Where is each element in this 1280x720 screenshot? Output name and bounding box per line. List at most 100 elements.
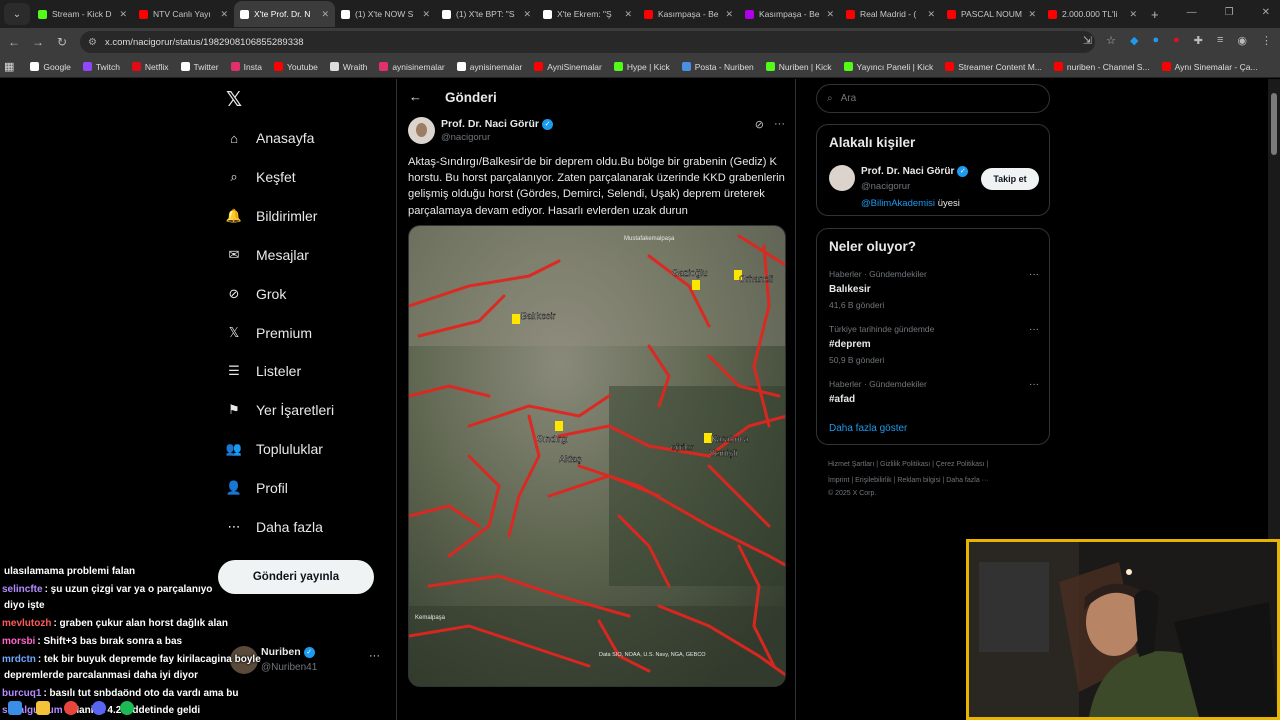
trend-more-icon[interactable]: ··· [1029, 324, 1039, 335]
footer-line-1[interactable]: Hizmet Şartları | Gizlilik Politikası | … [828, 457, 1048, 473]
org-link[interactable]: @BilimAkademisi [861, 198, 935, 209]
sidebar-item-daha-fazla[interactable]: ⋯ Daha fazla [226, 519, 323, 535]
reload-icon[interactable]: ↻ [50, 35, 74, 49]
post-more-icon[interactable]: ··· [774, 118, 785, 131]
media-controls-icon[interactable]: ≡ [1217, 34, 1223, 47]
bookmark-item[interactable]: Hype | Kick [613, 62, 670, 72]
more-icon[interactable]: ··· [369, 650, 380, 662]
spotify-icon[interactable] [120, 700, 134, 715]
scrollbar-thumb[interactable] [1271, 93, 1277, 155]
browser-tab[interactable]: PASCAL NOUM ✕ [941, 1, 1042, 27]
tab-close-icon[interactable]: ✕ [523, 9, 531, 20]
tab-close-icon[interactable]: ✕ [725, 9, 733, 20]
sidebar-item-mesajlar[interactable]: ✉ Mesajlar [226, 247, 309, 263]
x-logo-icon[interactable]: 𝕏 [226, 87, 242, 112]
follow-button[interactable]: Takip et [981, 168, 1039, 190]
search-box[interactable]: ⌕ Ara [816, 84, 1050, 113]
browser-tab[interactable]: Real Madrid - (✕ [840, 1, 941, 27]
forward-icon[interactable]: → [26, 35, 50, 49]
trend-more-icon[interactable]: ··· [1029, 269, 1039, 280]
bookmark-star-icon[interactable]: ☆ [1106, 34, 1116, 47]
author-name[interactable]: Prof. Dr. Naci Görür ✓ [441, 118, 554, 130]
tab-search-button[interactable]: ⌄ [4, 3, 30, 25]
back-arrow-icon[interactable]: ← [409, 89, 422, 104]
show-more-link[interactable]: Daha fazla göster [829, 423, 907, 434]
browser-tab[interactable]: 2.000.000 TL'li ✕ [1042, 1, 1143, 27]
sidebar-item-grok[interactable]: ⊘ Grok [226, 286, 287, 302]
tab-close-icon[interactable]: ✕ [927, 9, 935, 20]
tab-close-icon[interactable]: ✕ [321, 9, 329, 20]
sidebar-item-ke-fet[interactable]: ⌕ Keşfet [226, 169, 295, 185]
trend-item[interactable]: Haberler · Gündemdekiler #afad ··· [829, 379, 1039, 410]
bookmark-item[interactable]: Yayıncı Paneli | Kick [843, 62, 933, 72]
bookmark-item[interactable]: Nuriben | Kick [765, 62, 832, 72]
restore-icon[interactable]: ❐ [1225, 7, 1234, 18]
bookmark-item[interactable]: Twitch [82, 62, 120, 72]
browser-tab[interactable]: (1) X'te NOW S ✕ [335, 1, 436, 27]
post-button[interactable]: Gönderi yayınla [218, 560, 374, 594]
new-tab-button[interactable]: + [1151, 7, 1159, 22]
tab-close-icon[interactable]: ✕ [422, 9, 430, 20]
sidebar-item-bildirimler[interactable]: 🔔 Bildirimler [226, 208, 318, 224]
trend-item[interactable]: Türkiye tarihinde gündemde #deprem 50,9 B … [829, 324, 1039, 365]
bookmark-item[interactable]: AyniSinemalar [534, 62, 602, 72]
post-image[interactable]: Balıkesir Gazioğlu Orhaneli Sındırgı Akt… [408, 225, 786, 687]
browser-tab[interactable]: Kasımpaşa - Be ✕ [739, 1, 840, 27]
grok-explain-icon[interactable]: ⊘ [755, 118, 764, 131]
site-info-icon[interactable]: ⚙ [88, 37, 97, 48]
bookmark-item[interactable]: Insta [230, 62, 262, 72]
bookmark-item[interactable]: Netflix [131, 62, 169, 72]
avatar[interactable] [829, 165, 855, 191]
sidebar-item-yer-i-aretleri[interactable]: ⚑ Yer İşaretleri [226, 402, 334, 418]
sidebar-item-profil[interactable]: 👤 Profil [226, 480, 288, 496]
shield-extension-icon[interactable]: ◆ [1130, 34, 1138, 47]
sidebar-item-premium[interactable]: 𝕏 Premium [226, 325, 312, 341]
related-handle[interactable]: @nacigorur [861, 181, 910, 192]
discord-icon[interactable] [92, 700, 106, 715]
bookmark-item[interactable]: Youtube [274, 62, 318, 72]
sidebar-item-listeler[interactable]: ☰ Listeler [226, 363, 301, 379]
chrome-icon[interactable] [64, 700, 78, 715]
trend-item[interactable]: Haberler · Gündemdekiler Balıkesir 41,6 B … [829, 269, 1039, 310]
install-app-icon[interactable]: ⇲ [1083, 34, 1092, 47]
browser-tab[interactable]: NTV Canlı Yayı ✕ [133, 1, 234, 27]
bookmark-item[interactable]: aynisinemalar [379, 62, 445, 72]
bookmark-item[interactable]: Aynı Sinemalar - Ça... [1161, 62, 1258, 72]
browser-tab[interactable]: Stream - Kick D ✕ [32, 1, 133, 27]
sidebar-item-anasayfa[interactable]: ⌂ Anasayfa [226, 130, 314, 146]
file-explorer-icon[interactable] [36, 700, 50, 715]
tab-close-icon[interactable]: ✕ [119, 9, 127, 20]
browser-menu-icon[interactable]: ⋮ [1261, 34, 1272, 47]
author-handle[interactable]: @nacigorur [441, 132, 490, 143]
tab-close-icon[interactable]: ✕ [220, 9, 228, 20]
tab-close-icon[interactable]: ✕ [624, 9, 632, 20]
apps-grid-icon[interactable]: ▦ [4, 60, 14, 73]
browser-tab[interactable]: (1) X'te BPT: "S ✕ [436, 1, 537, 27]
footer-line-2[interactable]: İmprint | Erişilebilirlik | Reklam bilgi… [828, 473, 1048, 489]
browser-tab[interactable]: X'te Ekrem: "Ş ✕ [537, 1, 638, 27]
trend-more-icon[interactable]: ··· [1029, 379, 1039, 390]
back-icon[interactable]: ← [2, 35, 26, 49]
bookmark-item[interactable]: Posta - Nuriben [681, 62, 754, 72]
browser-tab[interactable]: Kasımpaşa - Be ✕ [638, 1, 739, 27]
bookmark-item[interactable]: Twitter [180, 62, 219, 72]
related-name[interactable]: Prof. Dr. Naci Görür ✓ [861, 166, 969, 177]
bookmark-item[interactable]: Google [30, 62, 71, 72]
bookmark-item[interactable]: nuriben - Channel S... [1053, 62, 1150, 72]
url-field[interactable]: ⚙ x.com/nacigorur/status/198290810685528… [80, 31, 1095, 53]
bookmark-item[interactable]: Streamer Content M... [945, 62, 1042, 72]
tab-close-icon[interactable]: ✕ [826, 9, 834, 20]
windows-start-icon[interactable] [8, 700, 22, 715]
tab-close-icon[interactable]: ✕ [1129, 9, 1137, 20]
adblock-extension-icon[interactable]: ● [1173, 34, 1180, 47]
profile-avatar-icon[interactable]: ◉ [1237, 34, 1247, 47]
bookmark-item[interactable]: aynisinemalar [456, 62, 522, 72]
bookmark-item[interactable]: Wraith [329, 62, 367, 72]
tab-close-icon[interactable]: ✕ [1028, 9, 1036, 20]
sidebar-item-topluluklar[interactable]: 👥 Topluluklar [226, 441, 323, 457]
extensions-icon[interactable]: ✚ [1194, 34, 1203, 47]
minimize-icon[interactable]: — [1187, 7, 1197, 18]
close-window-icon[interactable]: ✕ [1262, 7, 1270, 18]
translate-extension-icon[interactable]: ● [1152, 34, 1159, 47]
author-avatar[interactable] [408, 117, 435, 144]
